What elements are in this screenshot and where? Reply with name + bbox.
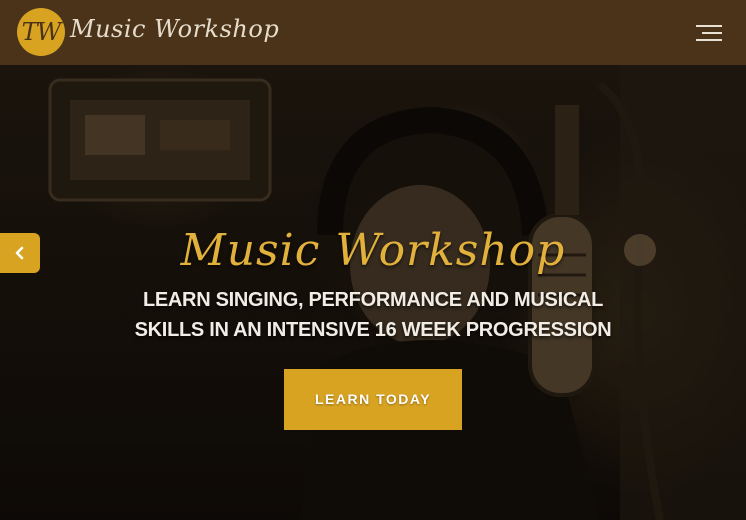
logo-text[interactable]: Music Workshop (70, 15, 279, 43)
hero-slider: Music Workshop LEARN SINGING, PERFORMANC… (0, 65, 746, 520)
learn-today-button[interactable]: LEARN TODAY (284, 369, 462, 430)
hero-subtitle: LEARN SINGING, PERFORMANCE AND MUSICAL S… (0, 285, 746, 345)
site-header: TW Music Workshop (0, 0, 746, 65)
logo-badge[interactable]: TW (17, 8, 65, 56)
hamburger-menu-icon[interactable] (694, 22, 726, 44)
page: TW Music Workshop Music Workshop LEARN S… (0, 0, 746, 520)
menu-bar-middle (702, 32, 722, 34)
hero-title: Music Workshop (180, 225, 566, 276)
hero-subtitle-line-2: SKILLS IN AN INTENSIVE 16 WEEK PROGRESSI… (134, 319, 612, 341)
hero-subtitle-line-1: LEARN SINGING, PERFORMANCE AND MUSICAL (142, 289, 604, 311)
menu-bar-bottom (696, 39, 722, 41)
menu-bar-top (696, 25, 722, 27)
